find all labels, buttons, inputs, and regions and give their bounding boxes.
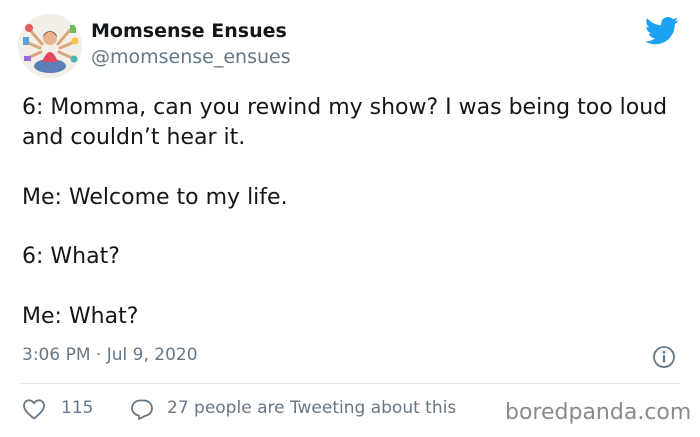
tweet-paragraph: Me: What? (22, 304, 139, 329)
watermark: boredpanda.com (505, 400, 692, 425)
tweet-paragraph: 6: What? (22, 244, 120, 269)
info-icon[interactable] (652, 345, 676, 369)
avatar-illustration-icon (18, 14, 82, 78)
heart-icon[interactable] (22, 398, 46, 420)
like-count[interactable]: 115 (61, 398, 93, 418)
discussion-link[interactable]: 27 people are Tweeting about this (167, 398, 456, 418)
tweet-paragraph: Me: Welcome to my life. (22, 185, 288, 210)
tweet-text: 6: Momma, can you rewind my show? I was … (22, 93, 682, 332)
tweet-card: Momsense Ensues @momsense_ensues 6: Momm… (0, 0, 700, 437)
display-name[interactable]: Momsense Ensues (91, 20, 287, 42)
avatar[interactable] (18, 14, 82, 78)
divider (20, 383, 680, 384)
tweet-paragraph: 6: Momma, can you rewind my show? I was … (22, 95, 668, 150)
speech-bubble-icon[interactable] (130, 398, 154, 420)
user-handle[interactable]: @momsense_ensues (91, 46, 291, 68)
tweet-timestamp[interactable]: 3:06 PM · Jul 9, 2020 (22, 345, 198, 365)
twitter-bird-icon[interactable] (645, 16, 679, 46)
